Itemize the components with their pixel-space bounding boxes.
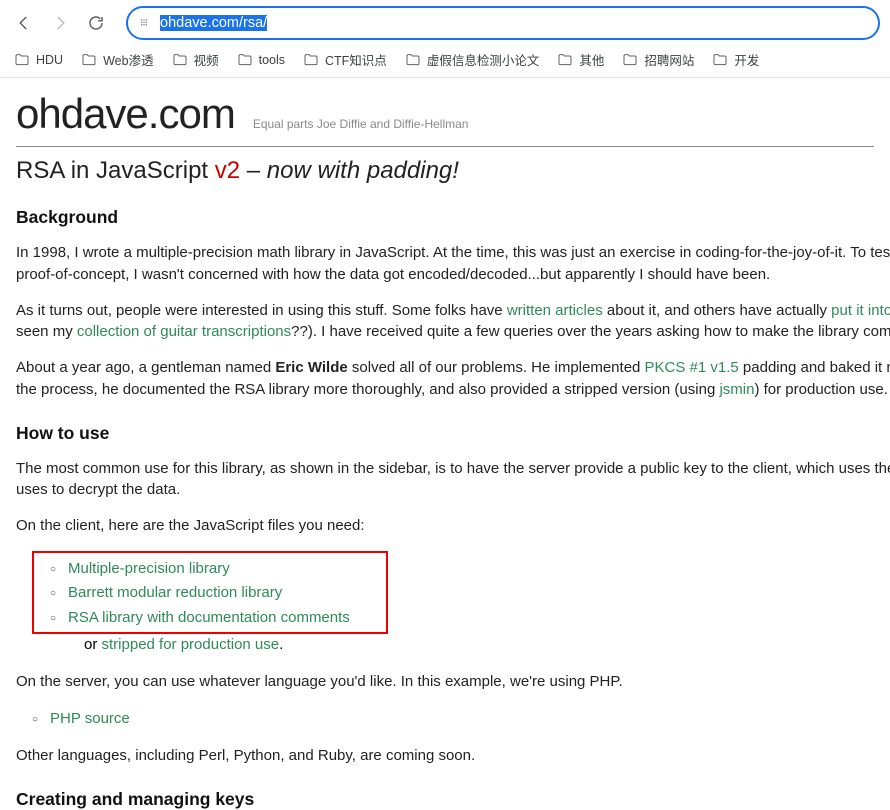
link-jsmin[interactable]: jsmin <box>719 381 754 398</box>
link-pkcs[interactable]: PKCS #1 v1.5 <box>645 359 739 376</box>
link-php[interactable]: PHP source <box>50 710 130 727</box>
bookmark-other[interactable]: 其他 <box>557 50 604 69</box>
highlight-box: Multiple-precision library Barrett modul… <box>32 551 388 635</box>
para: seen my collection of guitar transcripti… <box>16 321 874 343</box>
list-item: PHP source <box>50 707 874 732</box>
back-button[interactable] <box>10 9 38 37</box>
list-tail: or stripped for production use. <box>84 634 874 657</box>
link-bigint[interactable]: Multiple-precision library <box>68 560 230 577</box>
section-howto: How to use <box>16 423 874 444</box>
list-item: Barrett modular reduction library <box>68 581 386 606</box>
bookmark-tools[interactable]: tools <box>237 52 285 68</box>
para: The most common use for this library, as… <box>16 458 874 480</box>
para: On the client, here are the JavaScript f… <box>16 515 874 537</box>
page-title: RSA in JavaScript v2 – now with padding! <box>16 157 874 185</box>
bookmark-web[interactable]: Web渗透 <box>81 50 153 69</box>
tagline: Equal parts Joe Diffie and Diffie-Hellma… <box>253 117 469 131</box>
reload-button[interactable] <box>82 9 110 37</box>
para: On the server, you can use whatever lang… <box>16 671 874 693</box>
site-settings-icon[interactable] <box>136 15 152 31</box>
para: As it turns out, people were interested … <box>16 300 874 322</box>
page-content: ohdave.com Equal parts Joe Diffie and Di… <box>0 78 890 810</box>
bookmark-fake[interactable]: 虚假信息检测小论文 <box>405 50 540 69</box>
list-item: Multiple-precision library <box>68 557 386 582</box>
forward-button[interactable] <box>46 9 74 37</box>
para: uses to decrypt the data. <box>16 479 874 501</box>
site-header: ohdave.com Equal parts Joe Diffie and Di… <box>16 86 874 147</box>
client-files-list: Multiple-precision library Barrett modul… <box>68 557 386 631</box>
bookmark-dev[interactable]: 开发 <box>712 50 759 69</box>
link-rsa[interactable]: RSA library with documentation comments <box>68 609 350 626</box>
browser-toolbar: ohdave.com/rsa/ <box>0 0 890 44</box>
link-putinto[interactable]: put it into p <box>831 302 890 319</box>
url-text: ohdave.com/rsa/ <box>160 15 267 31</box>
para: proof-of-concept, I wasn't concerned wit… <box>16 264 874 286</box>
address-bar[interactable]: ohdave.com/rsa/ <box>126 6 880 40</box>
bookmarks-bar: HDU Web渗透 视频 tools CTF知识点 虚假信息检测小论文 其他 招… <box>0 44 890 78</box>
para: the process, he documented the RSA libra… <box>16 379 874 401</box>
section-background: Background <box>16 207 874 228</box>
list-item: RSA library with documentation comments <box>68 606 386 631</box>
bookmark-hdu[interactable]: HDU <box>14 52 63 68</box>
para: Other languages, including Perl, Python,… <box>16 745 874 767</box>
link-guitar[interactable]: collection of guitar transcriptions <box>77 323 291 340</box>
bookmark-video[interactable]: 视频 <box>172 50 219 69</box>
link-stripped[interactable]: stripped for production use <box>102 636 280 653</box>
server-list: PHP source <box>50 707 874 732</box>
bookmark-jobs[interactable]: 招聘网站 <box>622 50 694 69</box>
para: About a year ago, a gentleman named Eric… <box>16 357 874 379</box>
link-articles[interactable]: written articles <box>507 302 603 319</box>
site-title: ohdave.com <box>16 90 235 138</box>
para: In 1998, I wrote a multiple-precision ma… <box>16 242 874 264</box>
section-keys: Creating and managing keys <box>16 789 874 810</box>
bookmark-ctf[interactable]: CTF知识点 <box>303 50 387 69</box>
link-barrett[interactable]: Barrett modular reduction library <box>68 584 282 601</box>
